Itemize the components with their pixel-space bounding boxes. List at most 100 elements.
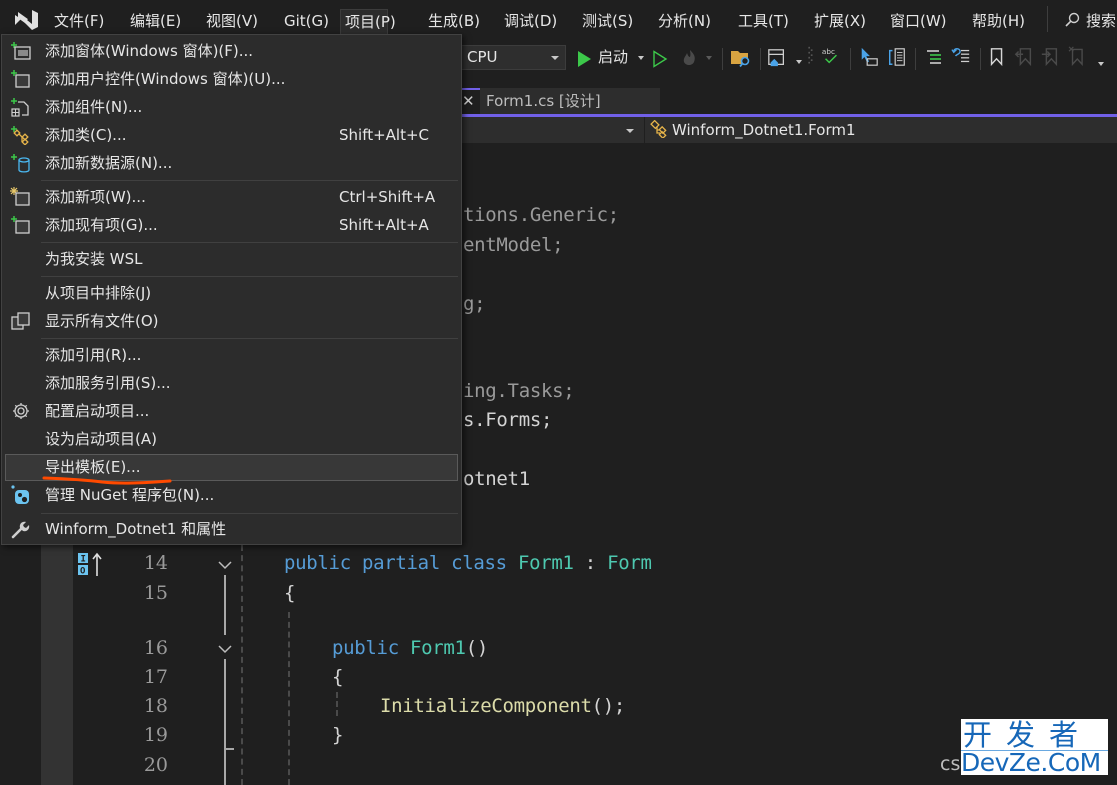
solution-explorer-home-icon[interactable] — [766, 48, 788, 68]
fold-guide-end — [224, 748, 234, 750]
code-line-16[interactable]: public Form1() — [332, 634, 488, 663]
menu-item-install-wsl[interactable]: 为我安装 WSL — [2, 245, 461, 273]
code-line-14[interactable]: public partial class Form1 : Form — [284, 549, 652, 578]
gear-icon — [13, 403, 29, 419]
menu-item-add-user-control[interactable]: 添加用户控件(Windows 窗体)(U)... — [2, 65, 461, 93]
start-dropdown-icon[interactable] — [638, 56, 644, 60]
fold-guide — [224, 659, 226, 785]
code-line-partial[interactable]: ing.Tasks; — [463, 377, 575, 406]
menu-separator — [41, 513, 458, 514]
line-number: 18 — [143, 695, 168, 717]
menu-item-exclude-from-project[interactable]: 从项目中排除(J) — [2, 279, 461, 307]
clear-bookmarks-icon — [1068, 46, 1083, 66]
menu-help[interactable]: 帮助(H) — [968, 8, 1029, 34]
add-form-icon — [11, 42, 31, 60]
code-line-partial[interactable]: entModel; — [463, 231, 564, 260]
visual-studio-logo-icon[interactable] — [12, 8, 40, 32]
comment-lines-icon[interactable] — [924, 48, 944, 68]
code-line-15[interactable]: { — [284, 579, 295, 608]
line-number: 14 — [143, 552, 168, 574]
toolbar-separator — [915, 48, 916, 70]
menu-tools[interactable]: 工具(T) — [734, 8, 793, 34]
indent-guide — [336, 692, 338, 716]
keyword: partial — [361, 552, 440, 574]
menu-item-add-new-item[interactable]: 添加新项(W)... Ctrl+Shift+A — [2, 183, 461, 211]
keyword: public — [284, 552, 351, 574]
code-line-18[interactable]: InitializeComponent(); — [380, 692, 625, 721]
menu-window[interactable]: 窗口(W) — [886, 8, 951, 34]
implements-interface-icon[interactable]: I O — [77, 552, 105, 578]
indent-guide — [288, 612, 290, 785]
class-selector-value: Winform_Dotnet1.Form1 — [672, 121, 856, 139]
menu-extensions[interactable]: 扩展(X) — [810, 8, 870, 34]
menu-item-project-properties[interactable]: Winform_Dotnet1 和属性 — [2, 515, 461, 543]
code-line-partial[interactable]: g; — [463, 290, 486, 319]
menu-item-add-component[interactable]: 添加组件(N)... — [2, 93, 461, 121]
menu-item-add-form[interactable]: 添加窗体(Windows 窗体)(F)... — [2, 37, 461, 65]
code-line-17[interactable]: { — [332, 663, 343, 692]
code-line-19[interactable]: } — [332, 721, 343, 750]
code-line-partial[interactable]: s.Forms; — [463, 406, 552, 435]
menu-item-label: 添加引用(R)... — [45, 346, 142, 364]
menu-separator — [41, 276, 458, 277]
code-line-partial[interactable]: tions.Generic; — [463, 201, 619, 230]
svg-text:I: I — [81, 555, 86, 565]
uncomment-lines-icon[interactable] — [950, 46, 972, 66]
spell-check-icon[interactable]: abc — [820, 46, 842, 66]
select-pointer-icon[interactable] — [858, 47, 880, 67]
platform-select[interactable]: CPU — [460, 45, 566, 70]
menu-item-add-class[interactable]: 添加类(C)... Shift+Alt+C — [2, 121, 461, 149]
menu-view[interactable]: 视图(V) — [202, 8, 262, 34]
start-play-icon[interactable] — [576, 49, 592, 69]
collapse-chevron-icon[interactable] — [217, 641, 233, 657]
menu-item-add-reference[interactable]: 添加引用(R)... — [2, 341, 461, 369]
menu-item-label: 添加窗体(Windows 窗体)(F)... — [45, 42, 254, 60]
menu-file[interactable]: 文件(F) — [50, 8, 108, 34]
tab-form1-designer[interactable]: Form1.cs [设计] — [480, 88, 660, 114]
punctuation: (); — [591, 695, 626, 717]
navigate-document-icon[interactable] — [886, 47, 908, 67]
start-button[interactable]: 启动 — [598, 46, 628, 68]
punctuation: () — [465, 637, 489, 659]
search-box[interactable]: 搜索 — [1064, 8, 1116, 34]
menu-item-shortcut: Shift+Alt+A — [339, 216, 429, 234]
menu-edit[interactable]: 编辑(E) — [126, 8, 185, 34]
menu-analyze[interactable]: 分析(N) — [654, 8, 715, 34]
watermark-bottom-text: DevZe.CoM — [961, 748, 1101, 777]
menu-item-show-all-files[interactable]: 显示所有文件(O) — [2, 307, 461, 335]
start-without-debugging-icon[interactable] — [652, 49, 668, 69]
toolbar-overflow-icon[interactable] — [1098, 62, 1104, 66]
menu-item-add-service-reference[interactable]: 添加服务引用(S)... — [2, 369, 461, 397]
menu-item-add-existing-item[interactable]: 添加现有项(G)... Shift+Alt+A — [2, 211, 461, 239]
menu-item-label: 添加新数据源(N)... — [45, 154, 173, 172]
menu-item-configure-startup[interactable]: 配置启动项目... — [2, 397, 461, 425]
project-selector[interactable] — [440, 117, 645, 143]
chevron-down-icon — [626, 129, 634, 133]
menu-build[interactable]: 生成(B) — [424, 8, 484, 34]
menu-git[interactable]: Git(G) — [280, 8, 333, 34]
close-tab-icon[interactable]: ✕ — [462, 91, 475, 111]
line-number: 16 — [143, 637, 168, 659]
menu-item-set-as-startup[interactable]: 设为启动项目(A) — [2, 425, 461, 453]
code-line-partial[interactable]: otnet1 — [463, 465, 530, 494]
open-folder-search-icon[interactable] — [730, 48, 752, 68]
type-name: Form — [607, 552, 652, 574]
line-number: 19 — [143, 724, 168, 746]
collapse-chevron-icon[interactable] — [217, 557, 233, 573]
fold-guide — [224, 575, 226, 635]
class-selector[interactable]: Winform_Dotnet1.Form1 — [650, 117, 856, 143]
add-new-item-icon — [10, 187, 30, 206]
menu-debug[interactable]: 调试(D) — [500, 8, 561, 34]
toolbar-overflow-icon[interactable] — [796, 60, 802, 64]
menu-test[interactable]: 测试(S) — [578, 8, 637, 34]
next-bookmark-icon — [1041, 48, 1058, 67]
menu-item-add-datasource[interactable]: 添加新数据源(N)... — [2, 149, 461, 177]
add-datasource-icon — [11, 154, 30, 173]
toolbar-separator — [722, 48, 723, 70]
wrench-icon — [11, 521, 30, 539]
menu-item-label: 添加服务引用(S)... — [45, 374, 171, 392]
menu-item-label: 从项目中排除(J) — [45, 284, 152, 302]
bookmark-icon[interactable] — [988, 47, 1006, 67]
nuget-icon — [11, 485, 29, 504]
svg-text:abc: abc — [822, 47, 835, 56]
